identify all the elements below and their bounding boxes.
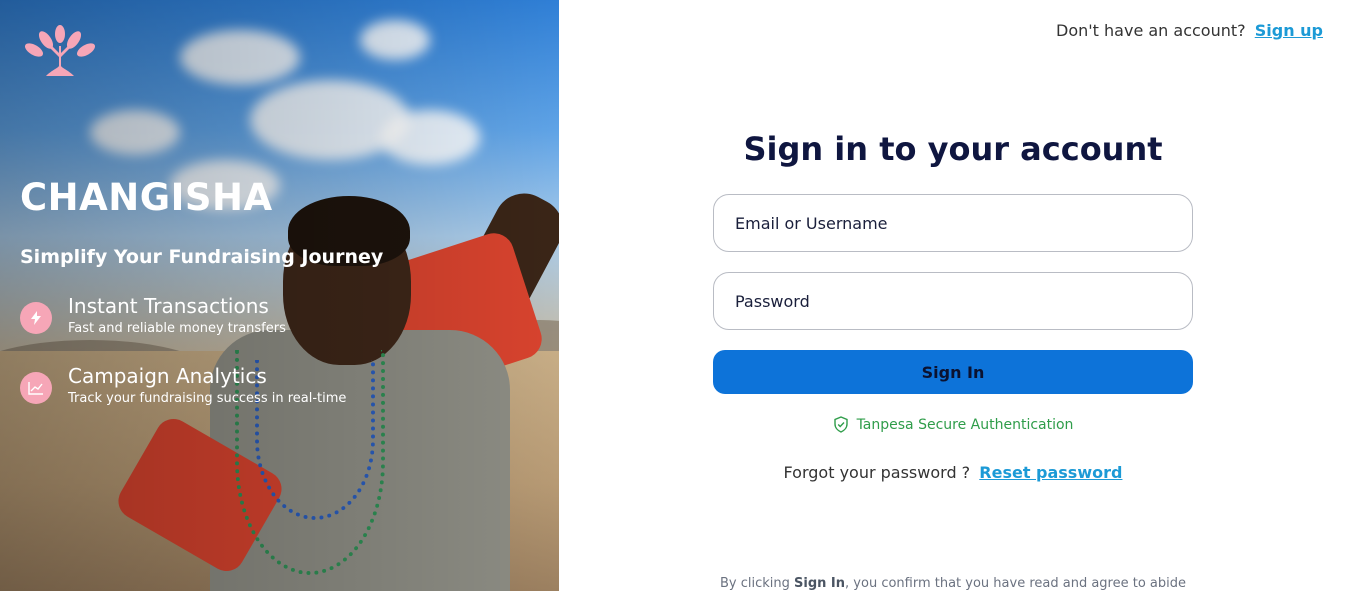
lightning-icon bbox=[20, 302, 52, 334]
password-input[interactable] bbox=[713, 272, 1193, 330]
legal-bold: Sign In bbox=[794, 576, 846, 591]
feature-instant-transactions: Instant Transactions Fast and reliable m… bbox=[20, 294, 286, 338]
shield-check-icon bbox=[833, 416, 848, 433]
brand-name: CHANGISHA bbox=[20, 176, 273, 219]
email-username-input[interactable] bbox=[713, 194, 1193, 252]
legal-notice: By clicking Sign In, you confirm that yo… bbox=[713, 576, 1193, 591]
hero-tagline: Simplify Your Fundraising Journey bbox=[20, 246, 384, 268]
reset-password-link[interactable]: Reset password bbox=[979, 463, 1122, 482]
forgot-password-text: Forgot your password ? bbox=[783, 463, 971, 482]
feature-title: Instant Transactions bbox=[68, 294, 269, 318]
forgot-password-row: Forgot your password ? Reset password bbox=[713, 463, 1193, 482]
signup-link[interactable]: Sign up bbox=[1255, 21, 1323, 40]
feature-title: Campaign Analytics bbox=[68, 364, 267, 388]
hero-panel: CHANGISHA Simplify Your Fundraising Jour… bbox=[0, 0, 559, 591]
secure-auth-text: Tanpesa Secure Authentication bbox=[856, 416, 1074, 433]
chart-line-icon bbox=[20, 372, 52, 404]
sign-in-button[interactable]: Sign In bbox=[713, 350, 1193, 394]
legal-prefix: By clicking bbox=[719, 576, 790, 591]
signup-prompt: Don't have an account? Sign up bbox=[1056, 21, 1323, 40]
feature-description: Fast and reliable money transfers bbox=[68, 321, 286, 336]
secure-auth-notice: Tanpesa Secure Authentication bbox=[713, 416, 1193, 433]
feature-campaign-analytics: Campaign Analytics Track your fundraisin… bbox=[20, 364, 346, 408]
feature-description: Track your fundraising success in real-t… bbox=[68, 391, 347, 406]
signup-prompt-text: Don't have an account? bbox=[1056, 21, 1246, 40]
page-title: Sign in to your account bbox=[743, 130, 1163, 168]
legal-suffix: , you confirm that you have read and agr… bbox=[845, 576, 1187, 591]
changisha-logo bbox=[24, 25, 96, 76]
